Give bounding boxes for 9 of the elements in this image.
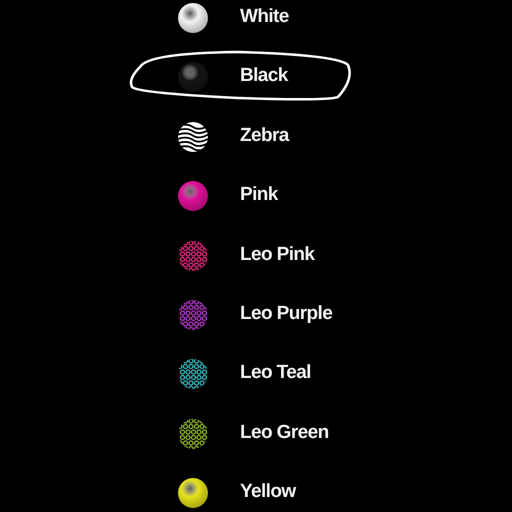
- option-label[interactable]: Leo Teal: [240, 360, 311, 386]
- option-label[interactable]: Leo Green: [240, 420, 329, 446]
- option-label[interactable]: White: [240, 4, 289, 30]
- option-label[interactable]: Leo Pink: [240, 242, 314, 268]
- option-label[interactable]: Zebra: [240, 122, 289, 149]
- option-label[interactable]: Yellow: [240, 479, 296, 506]
- option-label[interactable]: Leo Purple: [240, 300, 332, 327]
- option-label[interactable]: Black: [240, 63, 288, 90]
- option-label[interactable]: Pink: [240, 182, 278, 208]
